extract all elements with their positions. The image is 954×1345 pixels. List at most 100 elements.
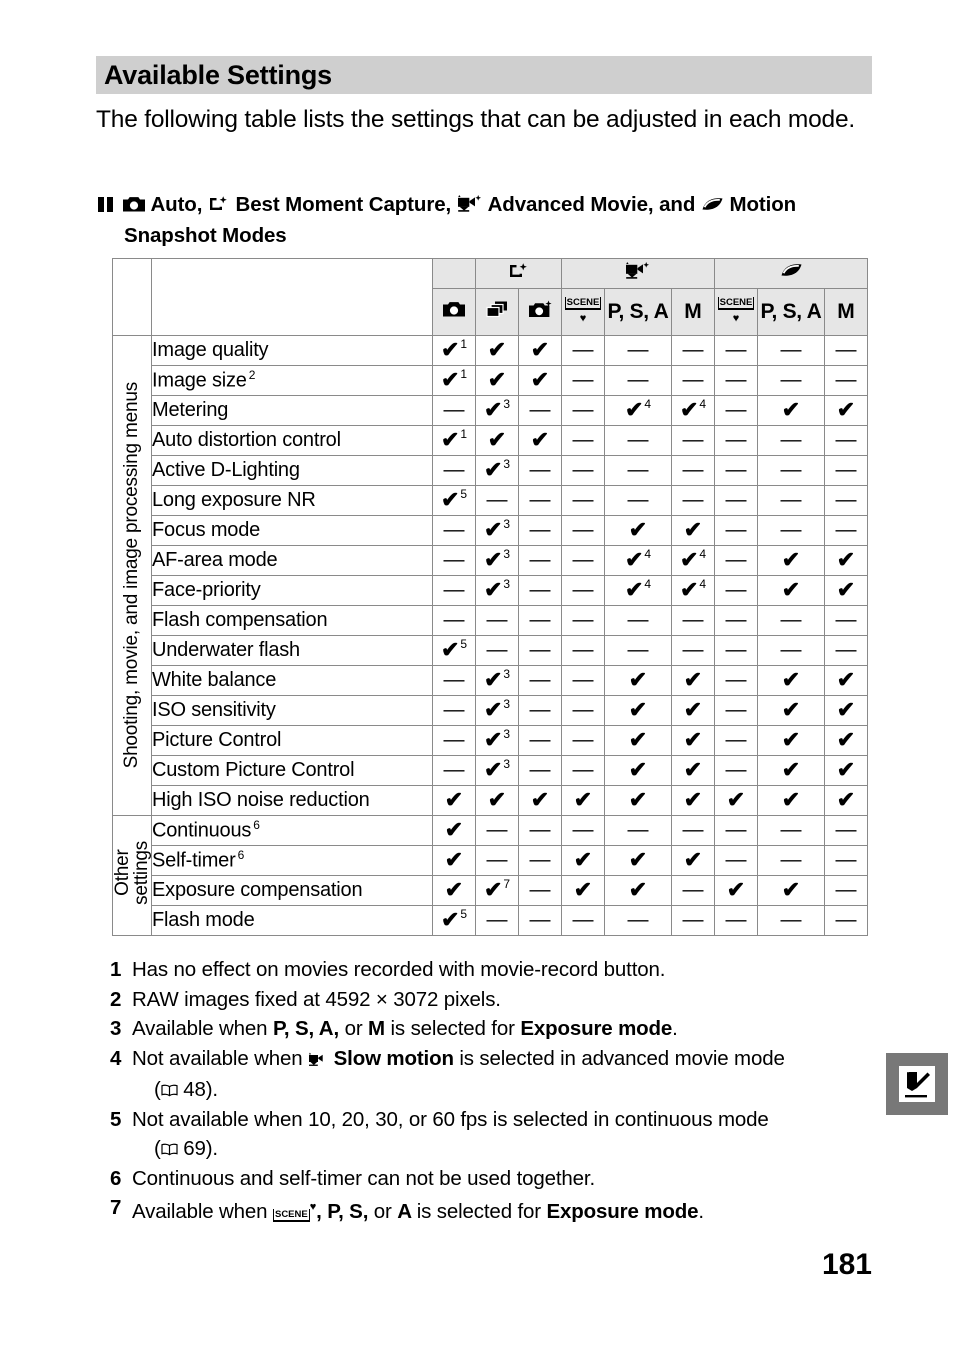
- not-available-dash: —: [572, 488, 594, 511]
- group-header-best-moment-capture: [475, 258, 562, 289]
- availability-cell: ✔5: [432, 485, 476, 516]
- availability-cell: —: [757, 515, 825, 546]
- table-row: Long exposure NR ✔5 — — — — — — — —: [113, 485, 868, 516]
- footnote-text: Available when: [132, 1017, 273, 1040]
- available-check: ✔: [628, 726, 648, 752]
- availability-cell: ✔: [757, 785, 825, 816]
- not-available-dash: —: [682, 488, 704, 511]
- availability-cell: —: [604, 635, 672, 666]
- availability-cell: —: [561, 635, 605, 666]
- chapter-tab[interactable]: [886, 1053, 948, 1115]
- availability-cell: —: [561, 335, 605, 366]
- availability-cell: —: [561, 515, 605, 546]
- setting-name: Active D-Lighting: [151, 455, 433, 486]
- available-check: ✔1: [440, 366, 468, 392]
- not-available-dash: —: [780, 818, 802, 841]
- not-available-dash: —: [443, 398, 465, 421]
- not-available-dash: —: [835, 848, 857, 871]
- not-available-dash: —: [443, 668, 465, 691]
- footnote-text: or: [344, 1017, 369, 1040]
- footnote-marker: 4: [699, 577, 707, 592]
- availability-cell: ✔: [604, 665, 672, 696]
- availability-cell: ✔: [824, 545, 868, 576]
- not-available-dash: —: [780, 848, 802, 871]
- not-available-dash: —: [529, 518, 551, 541]
- availability-cell: ✔3: [475, 755, 519, 786]
- availability-cell: —: [714, 575, 758, 606]
- setting-name: White balance: [151, 665, 433, 696]
- availability-cell: —: [757, 635, 825, 666]
- availability-cell: —: [824, 905, 868, 936]
- not-available-dash: —: [529, 728, 551, 751]
- not-available-dash: —: [780, 368, 802, 391]
- not-available-dash: —: [443, 698, 465, 721]
- section-heading-bar: Available Settings: [96, 56, 872, 94]
- not-available-dash: —: [529, 908, 551, 931]
- availability-cell: —: [518, 755, 562, 786]
- scene-icon: SCENE: [717, 297, 755, 310]
- not-available-dash: —: [572, 758, 594, 781]
- not-available-dash: —: [835, 638, 857, 661]
- footnote-text: is selected for: [390, 1017, 521, 1040]
- not-available-dash: —: [835, 458, 857, 481]
- not-available-dash: —: [725, 488, 747, 511]
- page-reference[interactable]: 48: [183, 1078, 206, 1101]
- availability-cell: —: [561, 815, 605, 846]
- available-check: ✔4: [624, 546, 652, 572]
- table-row: Picture Control — ✔3 — — ✔ ✔ — ✔ ✔: [113, 725, 868, 756]
- availability-cell: ✔: [824, 695, 868, 726]
- availability-cell: —: [671, 635, 715, 666]
- availability-cell: ✔: [432, 875, 476, 906]
- availability-cell: —: [671, 605, 715, 636]
- availability-cell: —: [432, 605, 476, 636]
- page-reference[interactable]: 69: [183, 1137, 206, 1160]
- not-available-dash: —: [572, 578, 594, 601]
- available-check: ✔: [530, 366, 550, 392]
- availability-cell: —: [824, 845, 868, 876]
- footnote-marker: 4: [644, 547, 652, 562]
- table-row: ISO sensitivity — ✔3 — — ✔ ✔ — ✔ ✔: [113, 695, 868, 726]
- setting-name: Self-timer 6: [151, 845, 433, 876]
- availability-cell: ✔: [518, 335, 562, 366]
- available-check: ✔: [836, 576, 856, 602]
- active-selection-icon: [528, 300, 553, 324]
- footnotes: 1 Has no effect on movies recorded with m…: [110, 955, 880, 1226]
- corner-blank-side: [112, 258, 152, 336]
- availability-cell: ✔: [824, 755, 868, 786]
- availability-cell: —: [561, 425, 605, 456]
- availability-cell: ✔: [757, 665, 825, 696]
- available-check: ✔4: [679, 546, 707, 572]
- available-check: ✔3: [483, 576, 511, 602]
- intro-paragraph: The following table lists the settings t…: [96, 106, 855, 133]
- subtitle-advmovie-label: Advanced Movie, and: [487, 193, 696, 216]
- availability-cell: —: [518, 545, 562, 576]
- available-check: ✔5: [440, 636, 468, 662]
- table-row: Other settings Continuous 6 ✔ — — — — — — — —: [112, 815, 868, 936]
- availability-cell: —: [518, 635, 562, 666]
- setting-name: Face-priority: [151, 575, 433, 606]
- book-reference-icon: [161, 1076, 178, 1097]
- availability-cell: ✔1: [432, 365, 476, 396]
- available-check: ✔3: [483, 516, 511, 542]
- available-check: ✔: [628, 666, 648, 692]
- col-header-motion-m: M: [824, 288, 868, 336]
- not-available-dash: —: [682, 638, 704, 661]
- availability-cell: —: [561, 755, 605, 786]
- footnote-text: ).: [205, 1137, 218, 1160]
- availability-cell: ✔: [824, 395, 868, 426]
- availability-cell: —: [824, 455, 868, 486]
- not-available-dash: —: [627, 368, 649, 391]
- availability-cell: —: [518, 575, 562, 606]
- footnote-marker: 4: [699, 397, 707, 412]
- footnote-text: .: [698, 1199, 704, 1223]
- available-check: ✔: [444, 816, 464, 842]
- footnote-text: Not available when: [132, 1046, 309, 1070]
- available-check: ✔: [726, 876, 746, 902]
- not-available-dash: —: [725, 578, 747, 601]
- not-available-dash: —: [529, 458, 551, 481]
- availability-cell: —: [518, 695, 562, 726]
- availability-cell: —: [757, 365, 825, 396]
- not-available-dash: —: [725, 698, 747, 721]
- availability-cell: ✔1: [432, 335, 476, 366]
- setting-name: Picture Control: [151, 725, 433, 756]
